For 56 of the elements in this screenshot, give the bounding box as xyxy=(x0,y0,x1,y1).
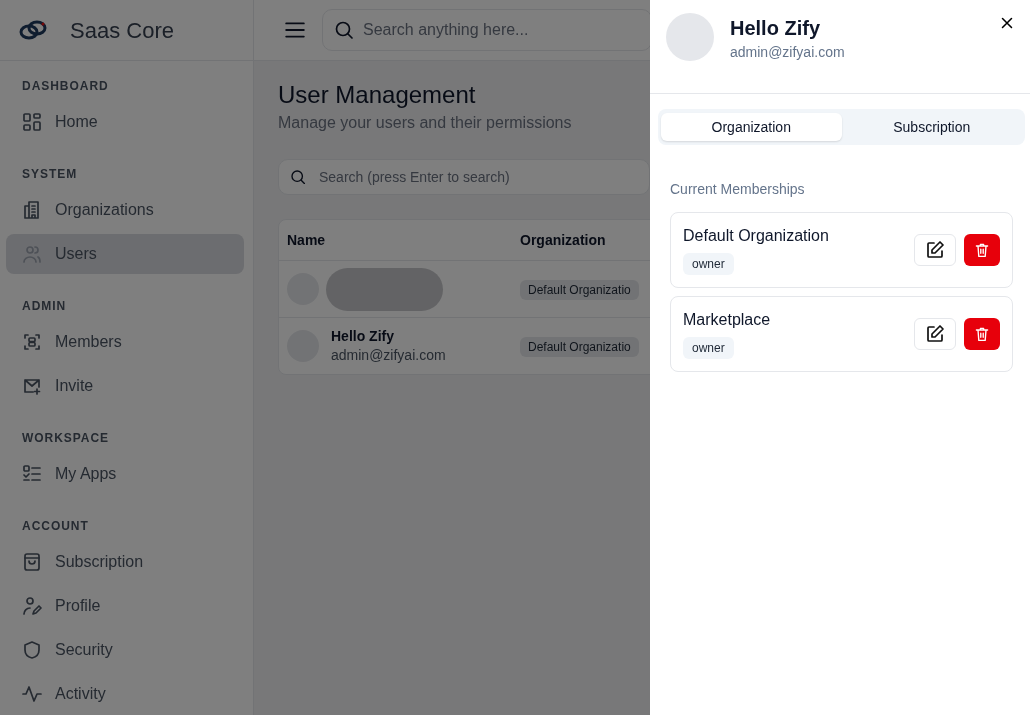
brand-name: Saas Core xyxy=(70,16,174,45)
list-check-icon xyxy=(22,464,42,484)
sidebar-item[interactable]: Security xyxy=(6,630,244,670)
sidebar-item[interactable]: Organizations xyxy=(6,190,244,230)
sidebar-item[interactable]: Home xyxy=(6,102,244,142)
section-title: Current Memberships xyxy=(670,180,806,199)
sidebar-item[interactable]: Invite xyxy=(6,366,244,406)
bag-icon xyxy=(22,552,42,572)
logo-icon xyxy=(18,19,48,41)
mail-plus-icon xyxy=(22,376,42,396)
sidebar-item[interactable]: Activity xyxy=(6,674,244,714)
section-label: ADMIN xyxy=(21,298,68,314)
column-header: Organization xyxy=(520,231,606,248)
activity-icon xyxy=(22,684,42,704)
edit-button[interactable] xyxy=(914,318,956,350)
role-tag: owner xyxy=(683,253,734,275)
users-icon xyxy=(22,244,42,264)
member-card-icon xyxy=(22,332,42,352)
page-subtitle: Manage your users and their permissions xyxy=(278,113,572,133)
user-name: Hello Zify xyxy=(730,16,821,41)
building-icon xyxy=(22,200,42,220)
delete-button[interactable] xyxy=(964,234,1000,266)
edit-icon xyxy=(925,240,945,260)
organization-tag: Default Organizatio xyxy=(520,337,639,357)
organization-name: Marketplace xyxy=(683,310,772,330)
role-tag: owner xyxy=(683,337,734,359)
trash-icon xyxy=(974,242,990,258)
section-label: WORKSPACE xyxy=(21,430,111,446)
sidebar-item[interactable]: My Apps xyxy=(6,454,244,494)
menu-icon[interactable] xyxy=(284,19,306,41)
grid-icon xyxy=(22,112,42,132)
tab[interactable]: Subscription xyxy=(841,113,1022,141)
trash-icon xyxy=(974,326,990,342)
edit-button[interactable] xyxy=(914,234,956,266)
sidebar-item[interactable]: Profile xyxy=(6,586,244,626)
section-label: DASHBOARD xyxy=(21,78,110,94)
user-name: Hello Zify xyxy=(331,327,395,345)
sidebar-item[interactable]: Members xyxy=(6,322,244,362)
sidebar-item[interactable]: Subscription xyxy=(6,542,244,582)
delete-button[interactable] xyxy=(964,318,1000,350)
organization-name: Default Organization xyxy=(683,226,830,246)
search-field[interactable]: Search (press Enter to search) xyxy=(278,159,650,195)
user-email: admin@zifyai.com xyxy=(331,346,446,365)
page-title: User Management xyxy=(278,81,476,109)
shield-icon xyxy=(22,640,42,660)
avatar xyxy=(666,13,714,61)
section-label: ACCOUNT xyxy=(21,518,90,534)
sidebar-item[interactable]: Users xyxy=(6,234,244,274)
organization-tag: Default Organizatio xyxy=(520,280,639,300)
search-field[interactable]: Search anything here... xyxy=(322,9,652,51)
section-label: SYSTEM xyxy=(21,166,79,182)
user-email: admin@zifyai.com xyxy=(730,43,845,62)
column-header: Name xyxy=(287,230,326,250)
edit-icon xyxy=(925,324,945,344)
tab[interactable]: Organization xyxy=(661,113,842,141)
user-pen-icon xyxy=(22,596,42,616)
